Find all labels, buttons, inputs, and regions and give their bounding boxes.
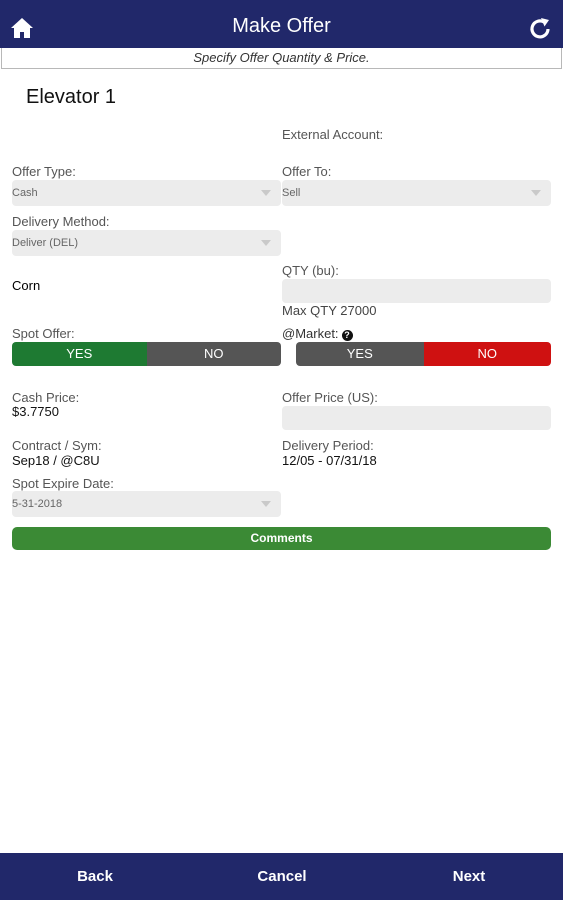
cash-price-label: Cash Price: [12,390,80,405]
spot-offer-yes-button[interactable]: YES [12,342,147,366]
refresh-icon[interactable] [527,16,553,42]
delivery-period-value: 12/05 - 07/31/18 [282,453,377,468]
cash-price-value: $3.7750 [12,404,59,419]
spot-expire-value: 5-31-2018 [12,498,63,510]
chevron-down-icon [531,190,541,196]
page-title: Make Offer [232,15,331,37]
market-no-button[interactable]: NO [423,342,551,366]
chevron-down-icon [261,190,271,196]
offer-to-select[interactable]: Sell [282,180,551,206]
offer-to-label: Offer To: [282,164,332,179]
market-yes-button[interactable]: YES [296,342,424,366]
market-label: @Market: [282,326,339,341]
max-qty-text: Max QTY 27000 [282,303,377,318]
spot-expire-label: Spot Expire Date: [12,476,114,491]
app-header: Make Offer [0,0,563,48]
offer-type-value: Cash [12,187,38,199]
footer-bar: Back Cancel Next [0,853,563,900]
delivery-period-label: Delivery Period: [282,438,374,453]
spot-expire-select[interactable]: 5-31-2018 [12,491,281,517]
market-toggle: YES NO [296,342,551,366]
location-name: Elevator 1 [26,86,117,108]
external-account-label: External Account: [282,127,384,142]
delivery-method-select[interactable]: Deliver (DEL) [12,230,281,256]
chevron-down-icon [261,240,271,246]
offer-price-input[interactable] [282,406,551,430]
commodity-name: Corn [12,278,41,293]
comments-button[interactable]: Comments [12,527,551,550]
qty-label: QTY (bu): [282,263,339,278]
qty-input[interactable] [282,279,551,303]
help-icon[interactable]: ? [341,330,353,341]
spot-offer-toggle: YES NO [12,342,281,366]
contract-label: Contract / Sym: [12,438,102,453]
offer-to-value: Sell [282,187,301,199]
market-label-row: @Market:? [282,326,353,341]
offer-type-select[interactable]: Cash [12,180,281,206]
contract-value: Sep18 / @C8U [12,453,100,468]
delivery-method-value: Deliver (DEL) [12,237,79,249]
instruction-bar: Specify Offer Quantity & Price. [1,48,562,69]
chevron-down-icon [261,501,271,507]
spot-offer-no-button[interactable]: NO [146,342,281,366]
next-button[interactable]: Next [409,853,529,900]
back-button[interactable]: Back [35,853,155,900]
offer-price-label: Offer Price (US): [282,390,378,405]
offer-type-label: Offer Type: [12,164,76,179]
spot-offer-label: Spot Offer: [12,326,75,341]
cancel-button[interactable]: Cancel [222,853,342,900]
delivery-method-label: Delivery Method: [12,214,110,229]
